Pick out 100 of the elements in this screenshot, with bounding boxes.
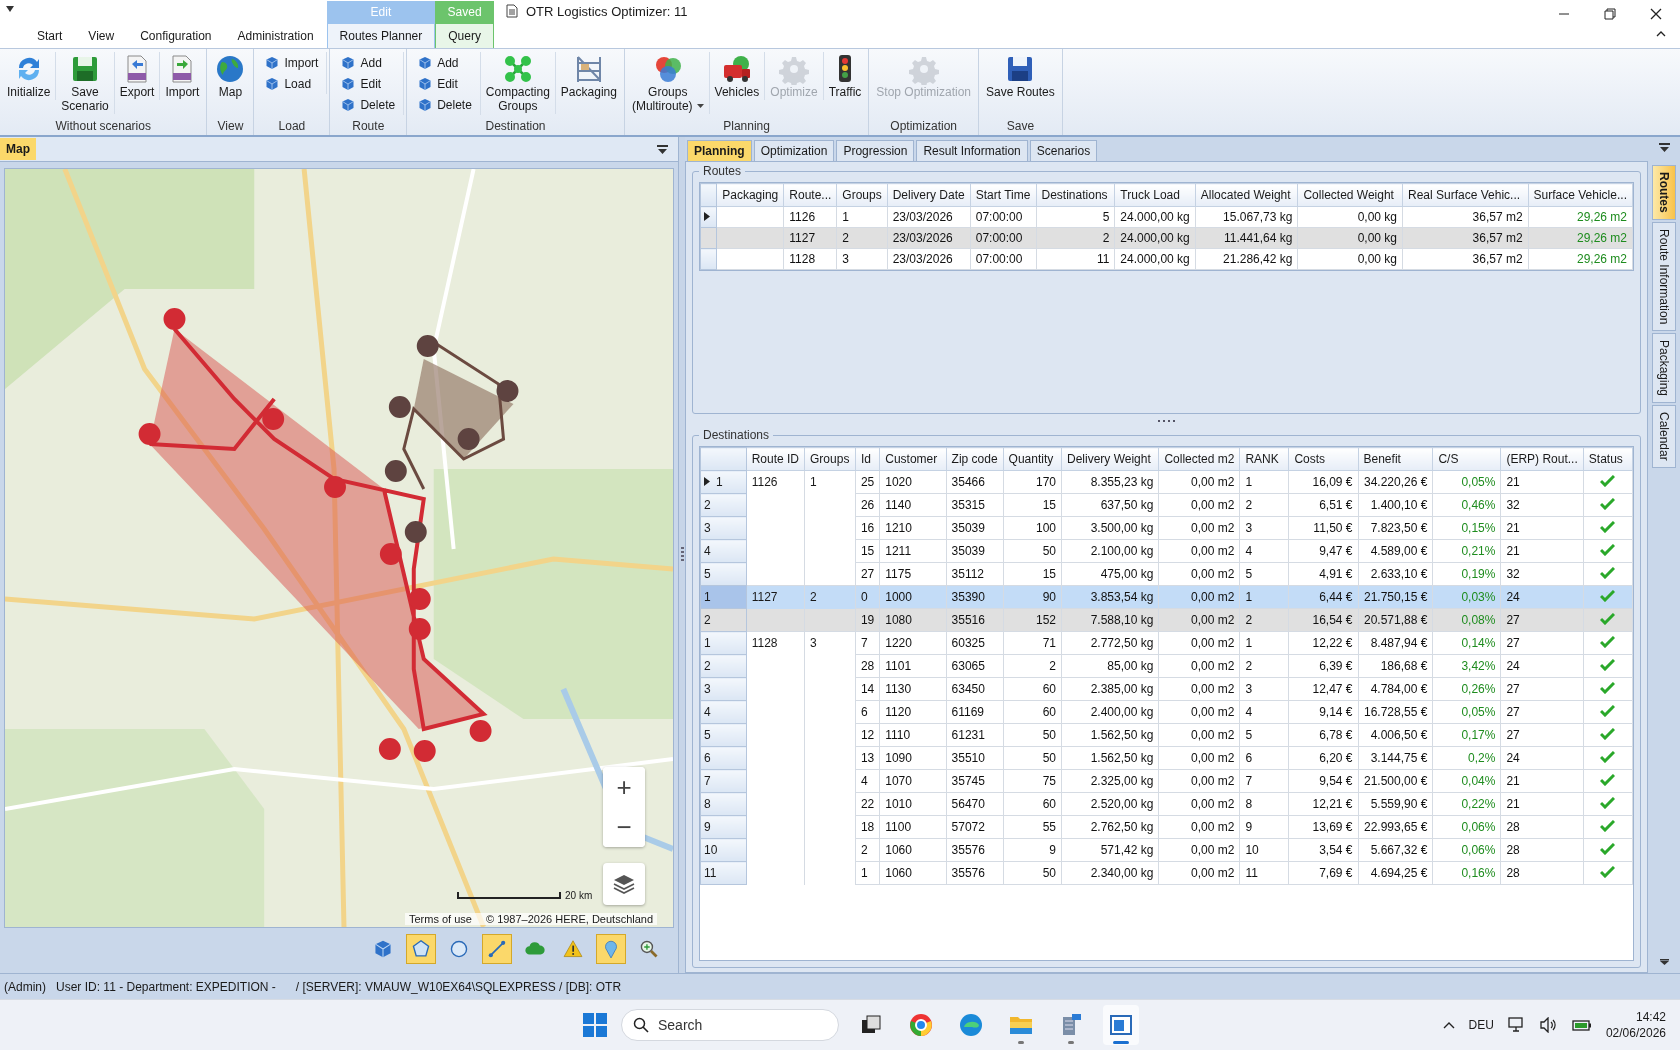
map-tool-button[interactable] xyxy=(406,934,436,964)
column-header[interactable]: Costs xyxy=(1288,447,1358,471)
column-header[interactable]: Zip code xyxy=(946,447,1004,471)
ribbon-button[interactable]: Edit xyxy=(415,73,474,94)
column-header[interactable]: Quantity xyxy=(1003,447,1062,471)
splitter-grip-icon[interactable] xyxy=(1157,419,1176,423)
ribbon-tab[interactable]: Configuration xyxy=(127,23,225,48)
ribbon-tab[interactable]: Query xyxy=(435,23,494,48)
maximize-icon[interactable] xyxy=(1604,8,1616,20)
scroll-down-icon[interactable] xyxy=(1659,959,1669,965)
column-header[interactable]: Delivery Weight xyxy=(1061,447,1159,471)
start-icon[interactable] xyxy=(583,1013,607,1037)
ribbon-button[interactable]: Add xyxy=(415,52,474,73)
ribbon-button[interactable]: Save Scenario xyxy=(56,52,115,114)
ribbon-button[interactable]: Import xyxy=(262,52,321,73)
table-cell: 6,39 € xyxy=(1319,659,1353,673)
table-cell: 16.728,55 € xyxy=(1364,705,1428,719)
side-tab[interactable]: Calendar xyxy=(1652,405,1676,468)
tab[interactable]: Optimization xyxy=(753,140,835,161)
column-header[interactable]: Groups xyxy=(836,183,888,207)
table-cell: 27 xyxy=(1506,705,1520,719)
zoom-out-button[interactable]: − xyxy=(603,807,645,847)
chevron-up-icon[interactable] xyxy=(1442,1021,1455,1029)
ribbon-button[interactable]: Initialize xyxy=(2,52,57,100)
battery-icon[interactable] xyxy=(1571,1019,1592,1031)
tab[interactable]: Progression xyxy=(836,140,915,161)
table-cell: 4 xyxy=(1245,705,1253,719)
tab[interactable]: Scenarios xyxy=(1029,140,1098,161)
ribbon-button[interactable]: Compacting Groups xyxy=(480,52,556,114)
column-header[interactable]: Groups xyxy=(804,447,856,471)
collapse-ribbon-icon[interactable] xyxy=(1656,30,1666,37)
column-header[interactable]: Route... xyxy=(783,183,837,207)
tab[interactable]: Planning xyxy=(687,140,752,161)
ribbon-button[interactable]: Edit xyxy=(338,73,398,94)
search-field[interactable]: Search xyxy=(621,1009,839,1041)
side-tab[interactable]: Route Information xyxy=(1652,221,1676,332)
panel-menu-icon[interactable] xyxy=(657,144,668,154)
terms-link[interactable]: Terms of use xyxy=(409,913,472,925)
column-header[interactable]: (ERP) Rout... xyxy=(1500,447,1584,471)
ribbon-button[interactable]: Import xyxy=(160,52,205,100)
ribbon-button[interactable]: Delete xyxy=(415,94,474,115)
clock-time[interactable]: 14:42 xyxy=(1635,1009,1666,1025)
table-cell: 2 xyxy=(842,231,849,245)
ribbon-button[interactable]: Add xyxy=(338,52,398,73)
column-header[interactable]: Customer xyxy=(879,447,947,471)
column-header[interactable]: Collected Weight xyxy=(1297,183,1403,207)
column-header[interactable]: Surface Vehicle... xyxy=(1528,183,1633,207)
column-header[interactable]: Destinations xyxy=(1036,183,1115,207)
ribbon-tab[interactable]: View xyxy=(75,23,128,48)
column-header[interactable]: Truck Load xyxy=(1114,183,1196,207)
clock-date[interactable]: 02/06/2026 xyxy=(1605,1025,1666,1041)
column-header[interactable]: Id xyxy=(855,447,880,471)
ribbon-button[interactable]: Map xyxy=(209,52,252,100)
ribbon-tab[interactable]: Routes Planner xyxy=(326,23,436,48)
network-icon[interactable] xyxy=(1507,1017,1526,1033)
ribbon-tab[interactable]: Administration xyxy=(224,23,327,48)
zoom-in-button[interactable]: + xyxy=(603,767,645,807)
ribbon-button[interactable]: Groups (Multiroute) xyxy=(626,52,710,114)
running-indicator xyxy=(1068,1041,1074,1044)
ribbon-button[interactable]: Packaging xyxy=(555,52,622,100)
ribbon-button[interactable]: Load xyxy=(262,73,321,94)
row-header[interactable] xyxy=(700,206,717,228)
table-cell: 35510 xyxy=(951,751,985,765)
ribbon-button[interactable]: Save Routes xyxy=(981,52,1060,100)
side-tab[interactable]: Packaging xyxy=(1652,333,1676,404)
table-cell: 1220 xyxy=(885,636,912,650)
column-header[interactable]: Benefit xyxy=(1358,447,1433,471)
quick-access-icon[interactable] xyxy=(6,6,14,12)
ribbon-button[interactable]: Delete xyxy=(338,94,398,115)
side-tab[interactable]: Routes xyxy=(1652,165,1676,220)
table-cell: 2 xyxy=(1245,613,1253,627)
table-cell: 7.588,10 kg xyxy=(1090,613,1154,627)
ribbon-button[interactable]: Traffic xyxy=(823,52,867,100)
table-cell: 100 xyxy=(1035,521,1056,535)
column-header[interactable]: Real Surface Vehic... xyxy=(1402,183,1529,207)
column-header[interactable]: Allocated Weight xyxy=(1195,183,1298,207)
column-header[interactable]: Packaging xyxy=(716,183,784,207)
tab[interactable]: Result Information xyxy=(916,140,1028,161)
close-icon[interactable] xyxy=(1650,8,1662,20)
map-tool-button[interactable] xyxy=(482,934,512,964)
table-cell: 12,22 € xyxy=(1312,636,1353,650)
table-cell: 0,06% xyxy=(1461,843,1496,857)
splitter-grip-icon[interactable] xyxy=(680,547,684,563)
language-indicator[interactable]: DEU xyxy=(1468,1018,1494,1032)
column-header[interactable]: Start Time xyxy=(970,183,1036,207)
column-header[interactable]: C/S xyxy=(1432,447,1501,471)
column-header[interactable]: Status xyxy=(1583,447,1633,471)
panel-menu-icon[interactable] xyxy=(1659,143,1670,152)
table-cell: 0,04% xyxy=(1461,774,1496,788)
ribbon-tab[interactable]: Start xyxy=(24,23,76,48)
layers-button[interactable] xyxy=(603,863,645,905)
ribbon-group-label: Load xyxy=(277,119,307,135)
column-header[interactable]: Delivery Date xyxy=(887,183,971,207)
column-header[interactable]: RANK xyxy=(1239,447,1289,471)
ribbon-button[interactable]: Export xyxy=(114,52,161,100)
volume-icon[interactable] xyxy=(1539,1017,1558,1033)
column-header[interactable]: Collected m2 xyxy=(1158,447,1240,471)
ribbon-button[interactable]: Vehicles xyxy=(709,52,766,100)
table-cell: 24 xyxy=(1506,659,1520,673)
column-header[interactable]: Route ID xyxy=(746,447,805,471)
